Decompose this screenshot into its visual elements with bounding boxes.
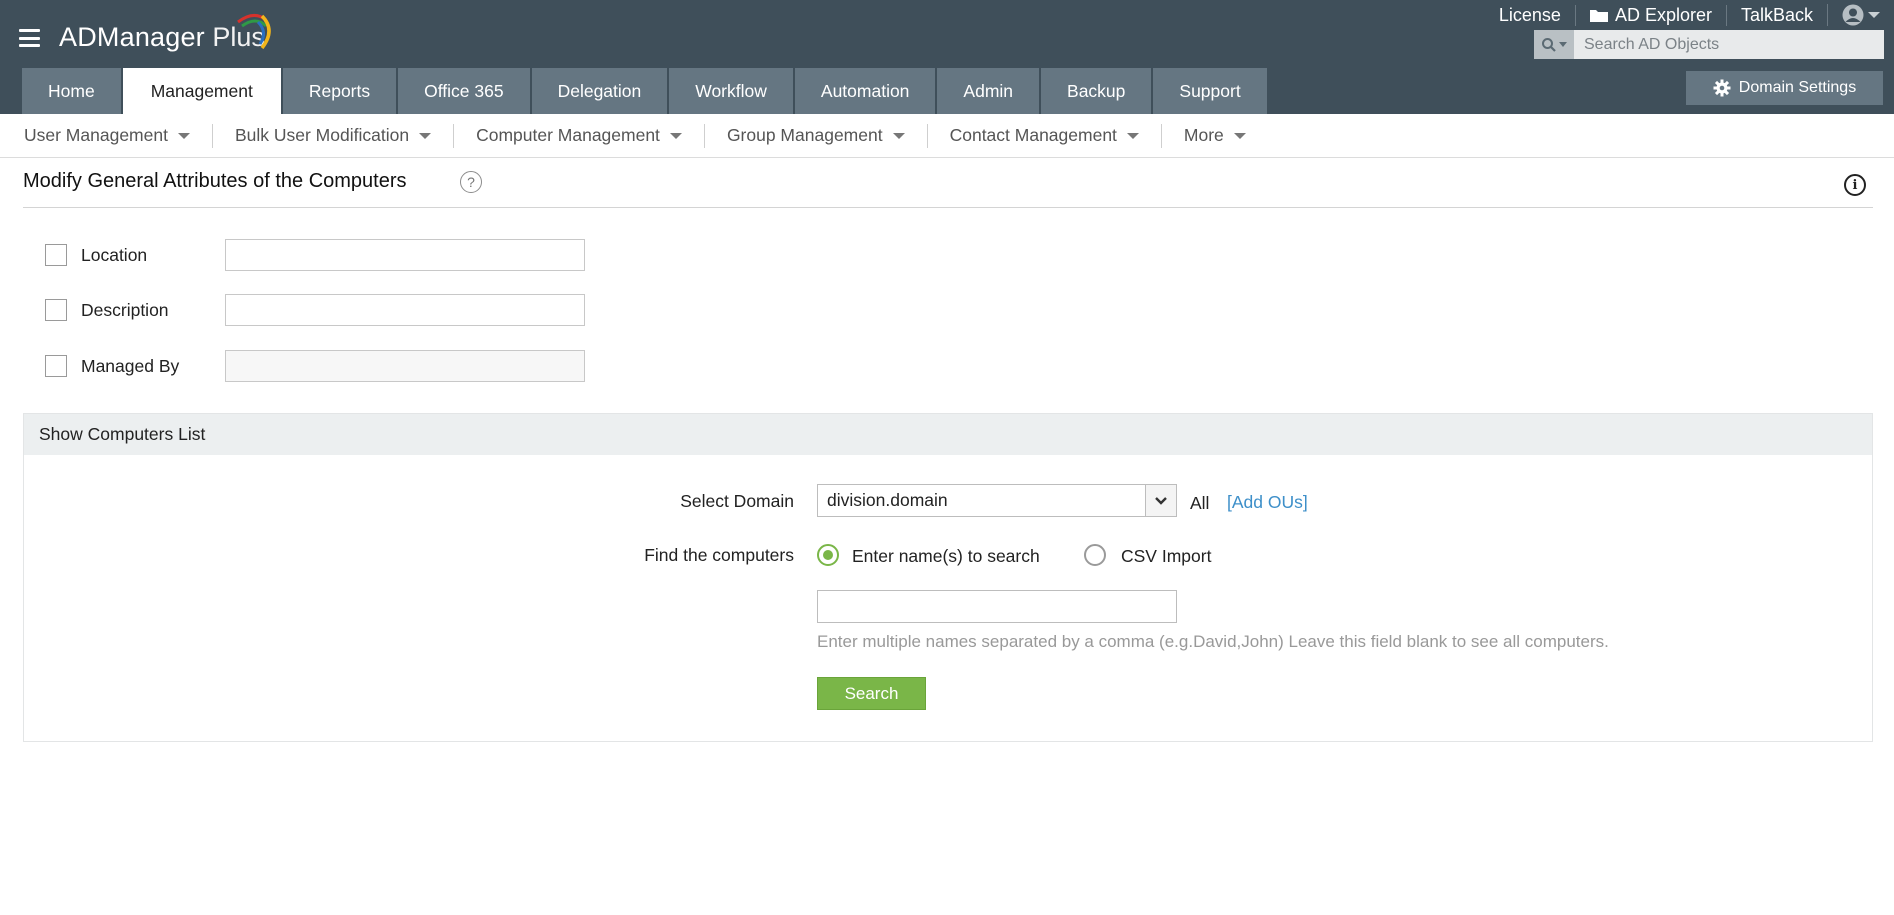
hamburger-menu-icon[interactable] [19, 29, 40, 47]
select-domain-label: Select Domain [680, 491, 794, 511]
attribute-row-location: Location [45, 239, 585, 271]
description-label: Description [81, 299, 169, 320]
ad-explorer-label: AD Explorer [1614, 4, 1712, 25]
tab-automation[interactable]: Automation [794, 68, 936, 114]
names-hint-text: Enter multiple names separated by a comm… [817, 632, 1609, 651]
search-icon [1542, 37, 1556, 52]
logo-arc-icon [237, 14, 271, 50]
domain-select-value: division.domain [827, 490, 948, 510]
talkback-label: TalkBack [1740, 4, 1813, 25]
chevron-down-icon [1233, 132, 1246, 139]
search-button[interactable]: Search [817, 677, 926, 710]
tab-admin[interactable]: Admin [937, 68, 1040, 114]
chevron-down-icon [177, 132, 190, 139]
managed-by-input[interactable] [225, 350, 585, 382]
tab-label: Home [48, 80, 95, 101]
subnav-label: Contact Management [949, 125, 1117, 145]
user-menu[interactable] [1827, 4, 1894, 26]
tab-support[interactable]: Support [1153, 68, 1267, 114]
tab-label: Support [1179, 80, 1241, 101]
title-divider [23, 207, 1873, 208]
location-input[interactable] [225, 239, 585, 271]
license-label: License [1498, 4, 1561, 25]
attribute-row-description: Description [45, 294, 585, 326]
chevron-down-icon [419, 132, 432, 139]
user-avatar-icon [1842, 4, 1864, 26]
subnav-user-management[interactable]: User Management [2, 124, 212, 148]
description-checkbox[interactable] [45, 299, 67, 321]
csv-import-radio[interactable] [1084, 544, 1106, 566]
enter-names-radio[interactable] [817, 544, 839, 566]
subnav-label: Computer Management [476, 125, 660, 145]
domain-settings-button[interactable]: Domain Settings [1686, 71, 1883, 105]
domain-select[interactable]: division.domain [817, 484, 1177, 517]
tab-management[interactable]: Management [122, 68, 281, 114]
add-ous-link[interactable]: [Add OUs] [1227, 492, 1308, 513]
top-links: License AD Explorer TalkBack [1485, 0, 1894, 30]
tab-delegation[interactable]: Delegation [531, 68, 668, 114]
panel-header: Show Computers List [24, 414, 1872, 455]
subnav-label: User Management [24, 125, 168, 145]
brand-main: ADManager [59, 22, 205, 52]
tab-label: Workflow [695, 80, 767, 101]
subnav-contact-management[interactable]: Contact Management [926, 123, 1161, 148]
tab-workflow[interactable]: Workflow [669, 68, 793, 114]
computer-names-input[interactable] [817, 590, 1177, 623]
main-tabs: Home Management Reports Office 365 Deleg… [22, 68, 1269, 114]
location-checkbox[interactable] [45, 244, 67, 266]
domain-dropdown-button[interactable] [1145, 485, 1176, 516]
page-title: Modify General Attributes of the Compute… [23, 170, 407, 192]
subnav-label: More [1183, 125, 1224, 145]
tab-label: Reports [308, 80, 371, 101]
subnav-bulk-user-modification[interactable]: Bulk User Modification [211, 123, 453, 148]
all-ous-label: All [1190, 493, 1210, 513]
tab-office-365[interactable]: Office 365 [398, 68, 530, 114]
search-filter-button[interactable] [1534, 30, 1574, 59]
tab-label: Management [150, 80, 253, 101]
subnav-label: Bulk User Modification [234, 125, 410, 145]
chevron-down-icon [1868, 12, 1880, 18]
subnav-label: Group Management [726, 125, 883, 145]
chevron-down-icon [1559, 42, 1567, 47]
tab-label: Delegation [557, 80, 642, 101]
tab-home[interactable]: Home [22, 68, 121, 114]
domain-settings-label: Domain Settings [1738, 79, 1857, 96]
subnav-more[interactable]: More [1160, 123, 1268, 148]
tab-label: Admin [963, 80, 1014, 101]
chevron-down-icon [1126, 132, 1139, 139]
gear-icon [1713, 79, 1731, 97]
search-ad-objects-input[interactable] [1574, 30, 1884, 59]
csv-import-label: CSV Import [1121, 546, 1212, 566]
chevron-down-icon [1155, 496, 1167, 505]
enter-names-label: Enter name(s) to search [852, 546, 1040, 566]
product-logo[interactable]: ADManager Plus [59, 14, 271, 62]
tab-backup[interactable]: Backup [1041, 68, 1152, 114]
tab-label: Automation [820, 80, 910, 101]
subnav-computer-management[interactable]: Computer Management [453, 123, 704, 148]
chevron-down-icon [669, 132, 682, 139]
folder-icon [1589, 10, 1608, 22]
show-computers-panel: Show Computers List Select Domain divisi… [23, 413, 1873, 742]
tab-label: Office 365 [424, 80, 504, 101]
find-computers-label: Find the computers [644, 545, 794, 565]
location-label: Location [81, 244, 148, 265]
top-header: ADManager Plus License AD Explorer TalkB… [0, 0, 1894, 114]
tab-reports[interactable]: Reports [282, 68, 397, 114]
managed-by-checkbox[interactable] [45, 355, 67, 377]
help-icon[interactable]: ? [460, 171, 482, 193]
ad-explorer-link[interactable]: AD Explorer [1574, 4, 1726, 26]
talkback-link[interactable]: TalkBack [1725, 4, 1827, 26]
ad-search-box [1534, 30, 1884, 59]
info-icon[interactable]: i [1844, 174, 1866, 196]
attribute-row-managed-by: Managed By [45, 350, 585, 382]
sub-navigation: User Management Bulk User Modification C… [0, 114, 1894, 158]
license-link[interactable]: License [1485, 5, 1575, 26]
subnav-group-management[interactable]: Group Management [703, 123, 927, 148]
chevron-down-icon [892, 132, 905, 139]
description-input[interactable] [225, 294, 585, 326]
tab-label: Backup [1067, 80, 1126, 101]
managed-by-label: Managed By [81, 355, 180, 376]
